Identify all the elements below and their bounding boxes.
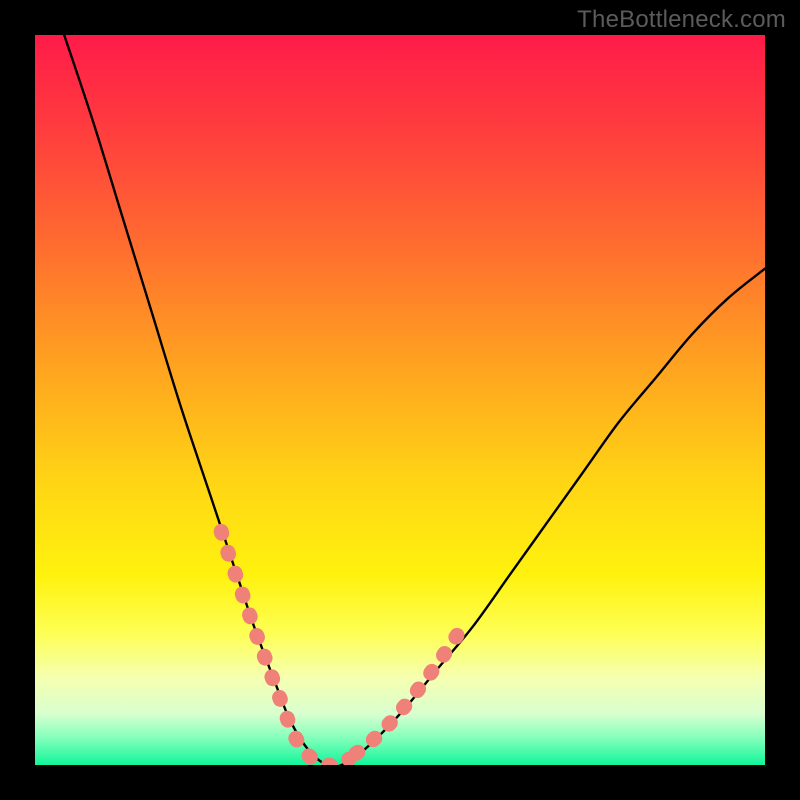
outer-black-frame: TheBottleneck.com bbox=[0, 0, 800, 800]
plot-area bbox=[35, 35, 765, 765]
highlighted-dots-overlay bbox=[221, 531, 466, 765]
overlay-segment bbox=[221, 531, 349, 765]
watermark-text: TheBottleneck.com bbox=[577, 6, 786, 34]
bottleneck-curve bbox=[64, 35, 765, 765]
overlay-segment bbox=[356, 623, 466, 754]
chart-svg bbox=[35, 35, 765, 765]
